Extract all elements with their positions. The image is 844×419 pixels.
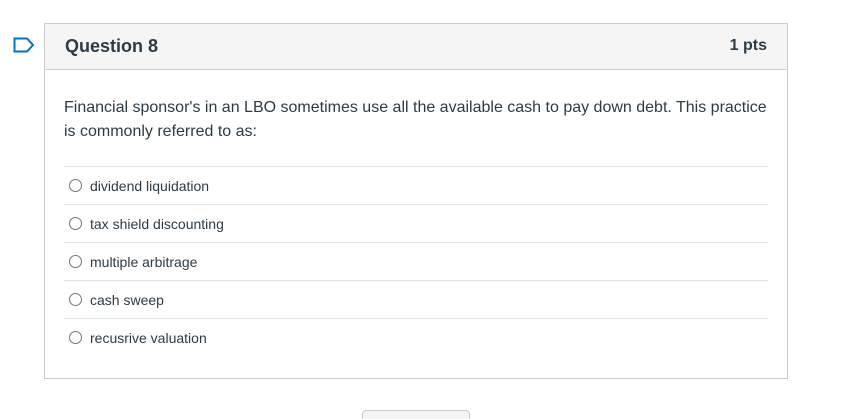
question-body: Financial sponsor's in an LBO sometimes … [64, 96, 768, 356]
answer-option[interactable]: cash sweep [64, 281, 768, 319]
answer-option[interactable]: tax shield discounting [64, 205, 768, 243]
question-points: 1 pts [729, 37, 767, 54]
next-button[interactable] [362, 410, 470, 419]
radio-button[interactable] [69, 179, 82, 192]
question-text: Financial sponsor's in an LBO sometimes … [64, 99, 767, 140]
question-header: Question 8 1 pts [45, 24, 787, 70]
question-title: Question 8 [65, 36, 159, 56]
answer-label: tax shield discounting [90, 215, 224, 232]
answer-label: cash sweep [90, 291, 164, 308]
answer-label: dividend liquidation [90, 177, 210, 194]
answer-option[interactable]: recusrive valuation [64, 319, 768, 356]
flag-question-icon[interactable] [13, 37, 35, 53]
radio-button[interactable] [69, 217, 82, 230]
radio-button[interactable] [69, 255, 82, 268]
answer-option[interactable]: multiple arbitrage [64, 243, 768, 281]
radio-button[interactable] [69, 293, 82, 306]
answer-label: multiple arbitrage [90, 253, 198, 270]
answer-option[interactable]: dividend liquidation [64, 167, 768, 205]
answer-label: recusrive valuation [90, 329, 207, 346]
radio-button[interactable] [69, 331, 82, 344]
answer-list: dividend liquidation tax shield discount… [64, 166, 768, 356]
quiz-page: Question 8 1 pts Financial sponsor's in … [0, 0, 844, 419]
